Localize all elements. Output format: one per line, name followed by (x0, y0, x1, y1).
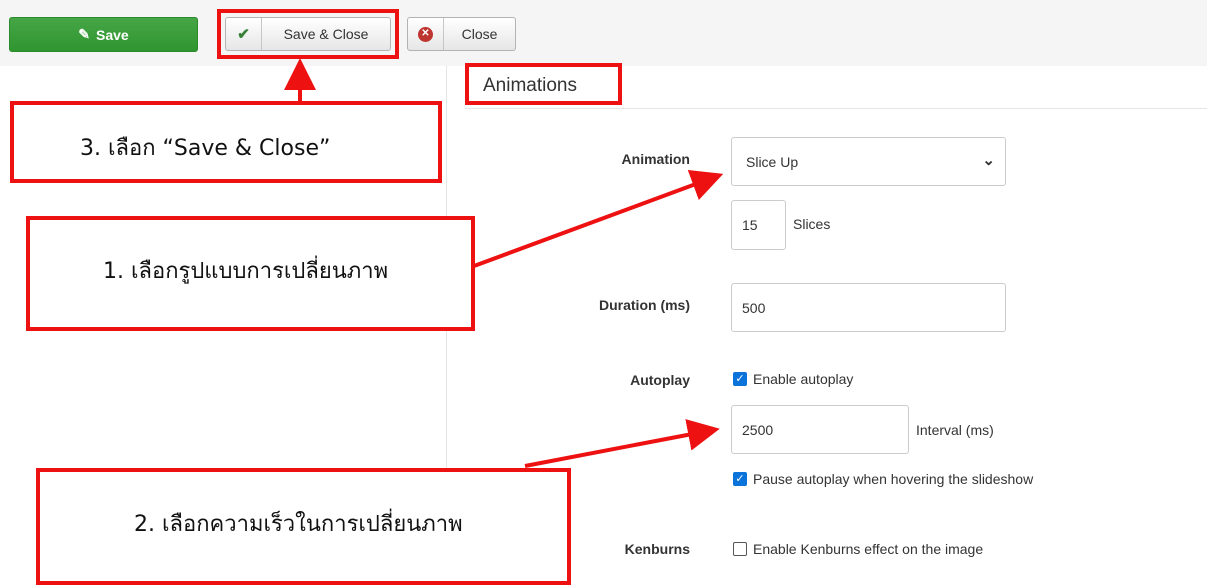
callout-step1-text: 1. เลือกรูปแบบการเปลี่ยนภาพ (103, 259, 389, 284)
slices-value: 15 (742, 217, 758, 233)
interval-value: 2500 (742, 421, 774, 438)
arrow-to-animation (473, 169, 724, 268)
duration-value: 500 (742, 299, 766, 316)
close-label: Close (461, 26, 498, 42)
x-icon-box: ✕ (408, 18, 444, 50)
x-circle-icon: ✕ (418, 26, 433, 42)
checkbox-checked-icon: ✓ (733, 472, 747, 486)
close-button[interactable]: ✕ Close (407, 17, 516, 51)
pause-checkbox-label: Pause autoplay when hovering the slidesh… (753, 471, 1034, 487)
save-button[interactable]: ✎ Save (9, 17, 198, 52)
slices-label: Slices (793, 216, 831, 232)
toolbar: ✎ Save ✔ Save & Close ✕ Close (0, 0, 1207, 66)
edit-icon: ✎ (78, 26, 91, 42)
callout-step3-text: 3. เลือก “Save & Close” (80, 136, 331, 161)
legend-underline (465, 108, 1207, 109)
callout-step2-text: 2. เลือกความเร็วในการเปลี่ยนภาพ (134, 512, 463, 537)
kenburns-checkbox[interactable]: Enable Kenburns effect on the image (733, 541, 983, 557)
duration-input[interactable]: 500 (731, 283, 1006, 332)
animation-label: Animation (621, 151, 690, 167)
animation-select-value: Slice Up (746, 153, 799, 170)
duration-label: Duration (ms) (599, 297, 690, 313)
autoplay-checkbox-label: Enable autoplay (753, 371, 854, 387)
save-close-highlight (217, 9, 399, 59)
checkbox-checked-icon: ✓ (733, 372, 747, 386)
legend-highlight (465, 63, 622, 105)
autoplay-label: Autoplay (630, 372, 690, 388)
kenburns-label: Kenburns (624, 541, 690, 557)
autoplay-checkbox[interactable]: ✓ Enable autoplay (733, 371, 853, 387)
interval-label: Interval (ms) (916, 422, 994, 438)
save-label: Save (96, 26, 129, 43)
slices-input[interactable]: 15 (731, 200, 786, 250)
interval-input[interactable]: 2500 (731, 405, 909, 454)
chevron-down-icon: ⌄ (982, 152, 995, 169)
animation-select[interactable]: Slice Up ⌄ (731, 137, 1006, 186)
arrow-to-interval (524, 419, 720, 468)
checkbox-unchecked-icon (733, 542, 747, 556)
kenburns-checkbox-label: Enable Kenburns effect on the image (753, 541, 984, 557)
pause-autoplay-checkbox[interactable]: ✓ Pause autoplay when hovering the slide… (733, 471, 1033, 487)
